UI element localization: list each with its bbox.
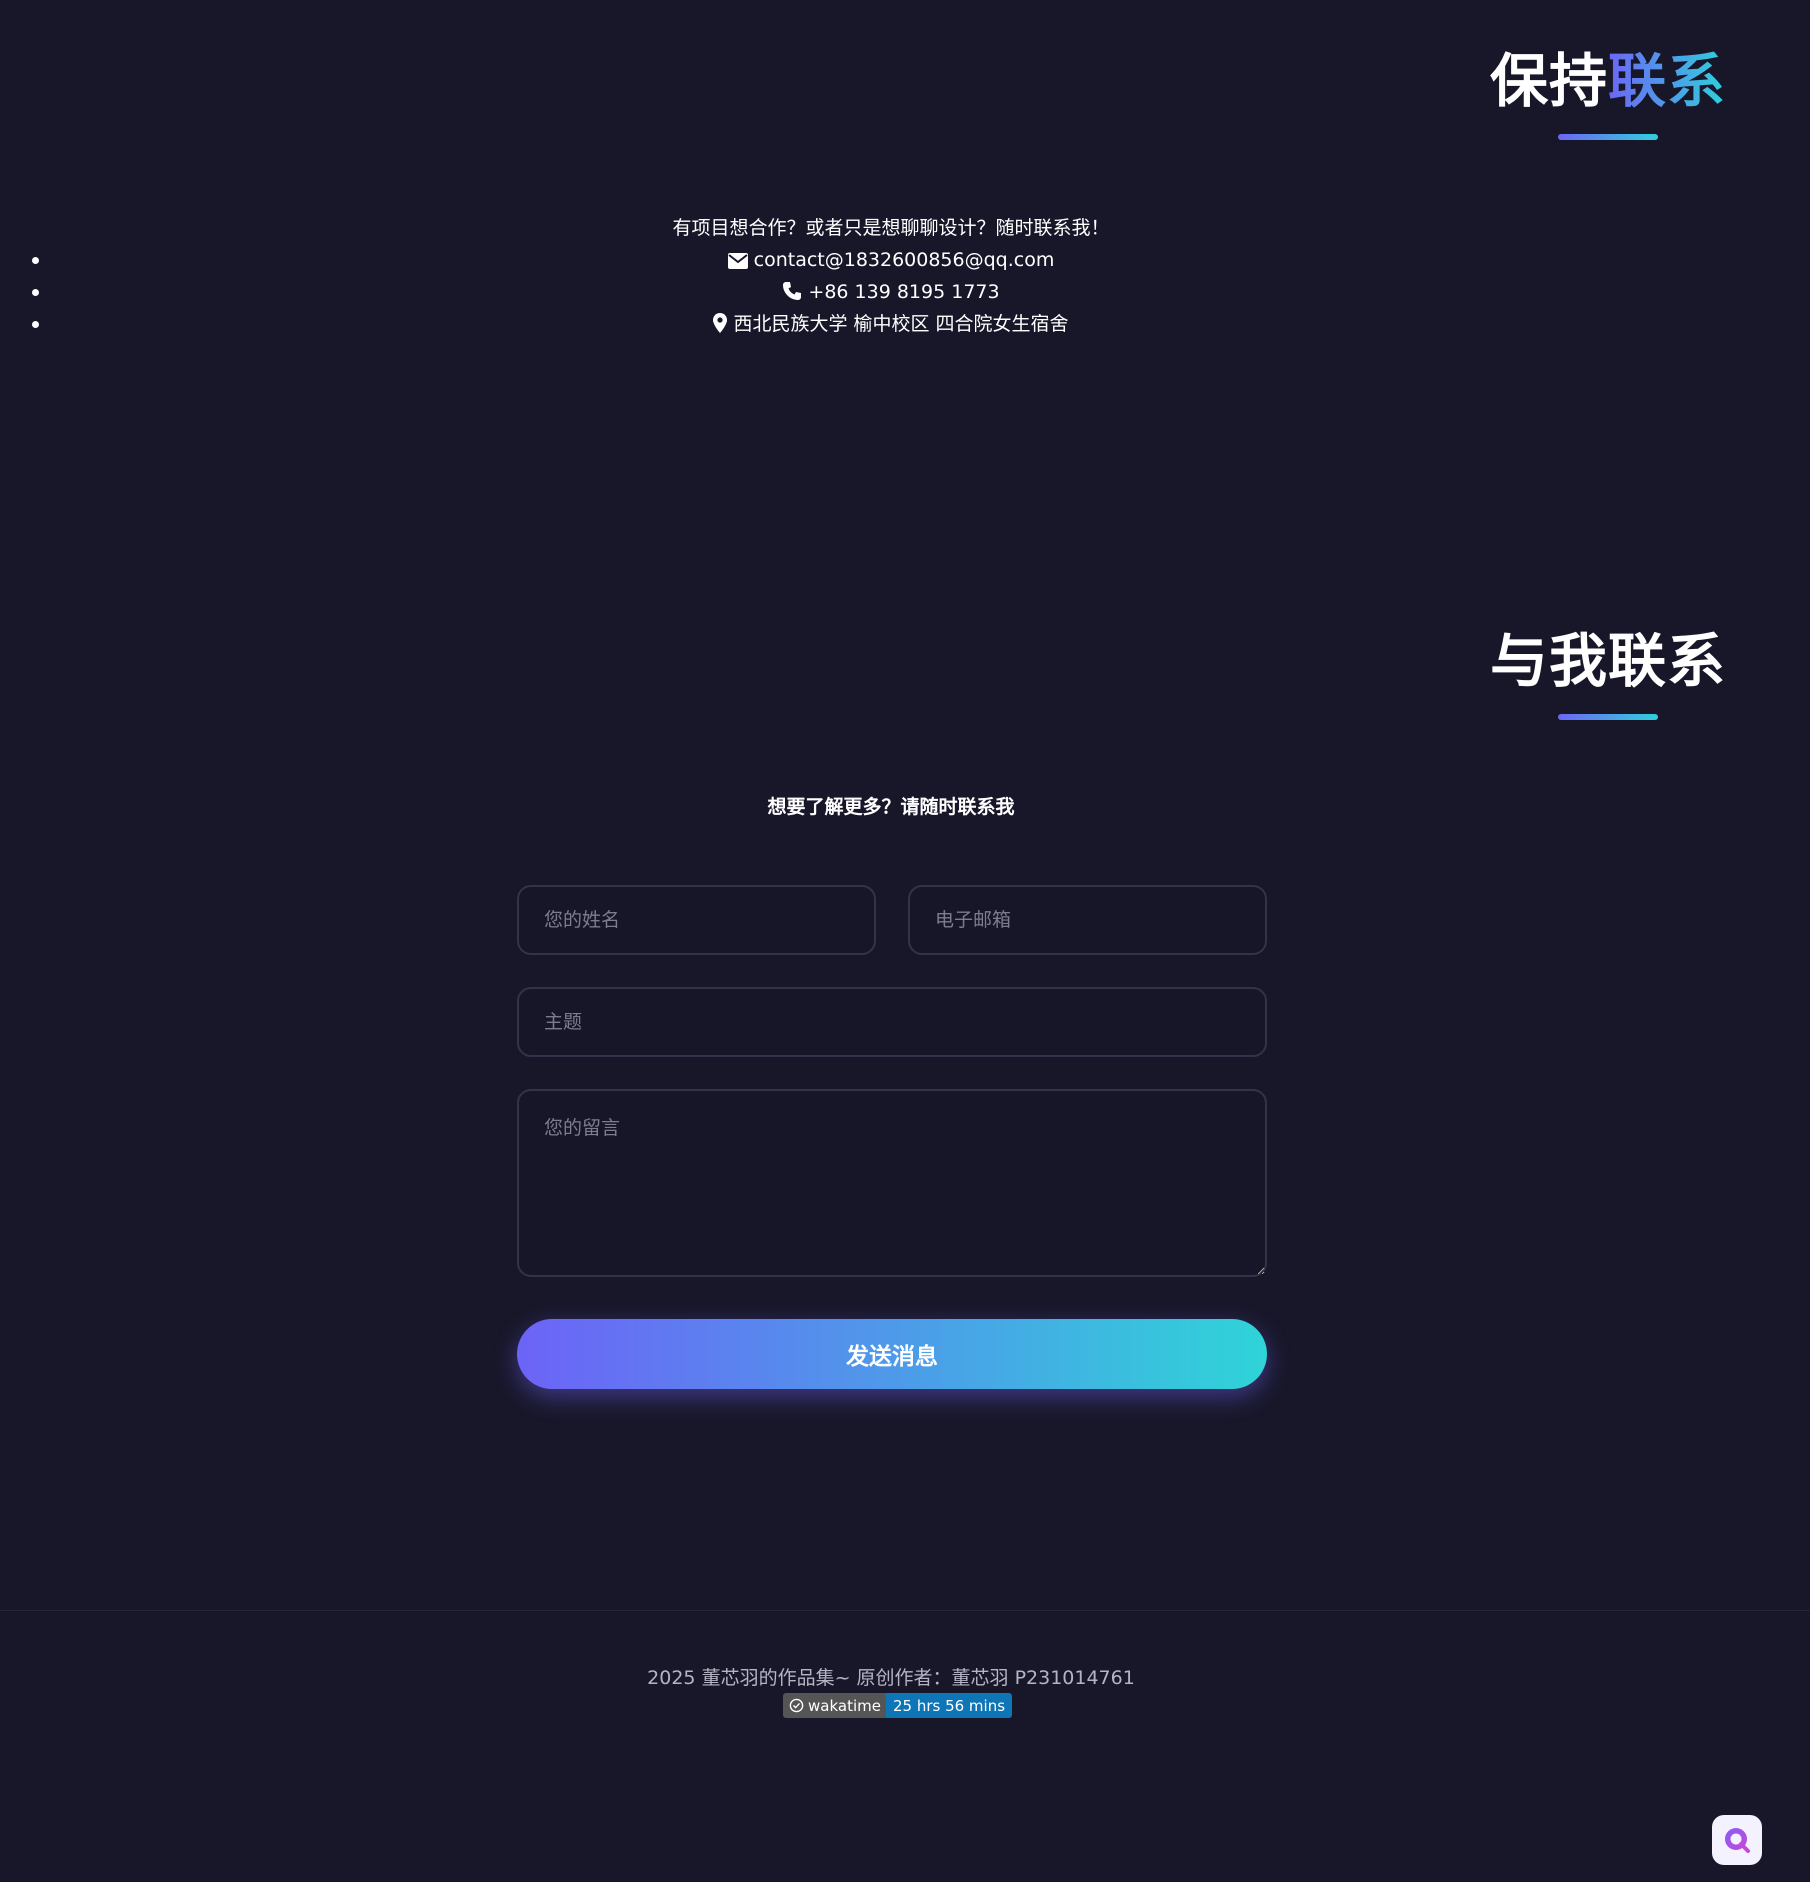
contact-address-item: 西北民族大学 榆中校区 四合院女生宿舍 xyxy=(0,308,1782,340)
email-field[interactable] xyxy=(908,885,1267,955)
bullet xyxy=(32,289,39,296)
assistant-icon xyxy=(1725,1828,1750,1853)
contact-intro: 有项目想合作？或者只是想聊聊设计？随时联系我！ xyxy=(672,217,1110,239)
badge-label-part: wakatime xyxy=(783,1693,886,1718)
contact-phone[interactable]: +86 139 8195 1773 xyxy=(808,281,999,303)
title-accent-text: 联系 xyxy=(1607,47,1726,115)
subject-field[interactable] xyxy=(517,987,1267,1057)
name-field[interactable] xyxy=(517,885,876,955)
title-underline xyxy=(1557,134,1658,140)
title-plain-text: 保持 xyxy=(1489,47,1608,115)
keep-in-touch-title: 保持联系 xyxy=(1490,52,1726,110)
form-row xyxy=(517,885,1267,955)
message-field[interactable] xyxy=(517,1089,1267,1277)
contact-email[interactable]: contact@1832600856@qq.com xyxy=(754,249,1055,271)
bullet xyxy=(32,321,39,328)
footer-copyright: 2025 董芯羽的作品集~ 原创作者：董芯羽 P231014761 xyxy=(647,1667,1135,1689)
wakatime-logo-icon xyxy=(789,1698,804,1713)
assistant-float-button[interactable] xyxy=(1712,1815,1762,1865)
form-intro: 想要了解更多？请随时联系我 xyxy=(767,796,1015,818)
send-message-button[interactable]: 发送消息 xyxy=(517,1319,1267,1389)
contact-info: 有项目想合作？或者只是想聊聊设计？随时联系我！ contact@18326008… xyxy=(0,212,1782,340)
wakatime-badge[interactable]: wakatime 25 hrs 56 mins xyxy=(783,1693,1013,1718)
contact-list: contact@1832600856@qq.com +86 139 8195 1… xyxy=(0,244,1782,340)
badge-value: 25 hrs 56 mins xyxy=(892,1696,1006,1715)
badge-label: wakatime xyxy=(808,1696,881,1715)
contact-email-item: contact@1832600856@qq.com xyxy=(0,244,1782,276)
contact-address: 西北民族大学 榆中校区 四合院女生宿舍 xyxy=(733,313,1069,335)
form-row xyxy=(517,987,1267,1057)
footer: 2025 董芯羽的作品集~ 原创作者：董芯羽 P231014761 wakati… xyxy=(0,1610,1810,1882)
envelope-icon xyxy=(727,253,748,269)
contact-phone-item: +86 139 8195 1773 xyxy=(0,276,1782,308)
location-pin-icon xyxy=(713,313,728,333)
keep-in-touch-heading: 保持联系 xyxy=(1490,52,1726,140)
title-underline xyxy=(1557,714,1658,720)
bullet xyxy=(32,257,39,264)
contact-me-heading: 与我联系 xyxy=(1490,632,1726,720)
phone-icon xyxy=(783,282,802,300)
contact-form: 发送消息 xyxy=(517,885,1267,1389)
badge-value-part: 25 hrs 56 mins xyxy=(885,1693,1013,1718)
contact-me-title: 与我联系 xyxy=(1489,627,1726,695)
